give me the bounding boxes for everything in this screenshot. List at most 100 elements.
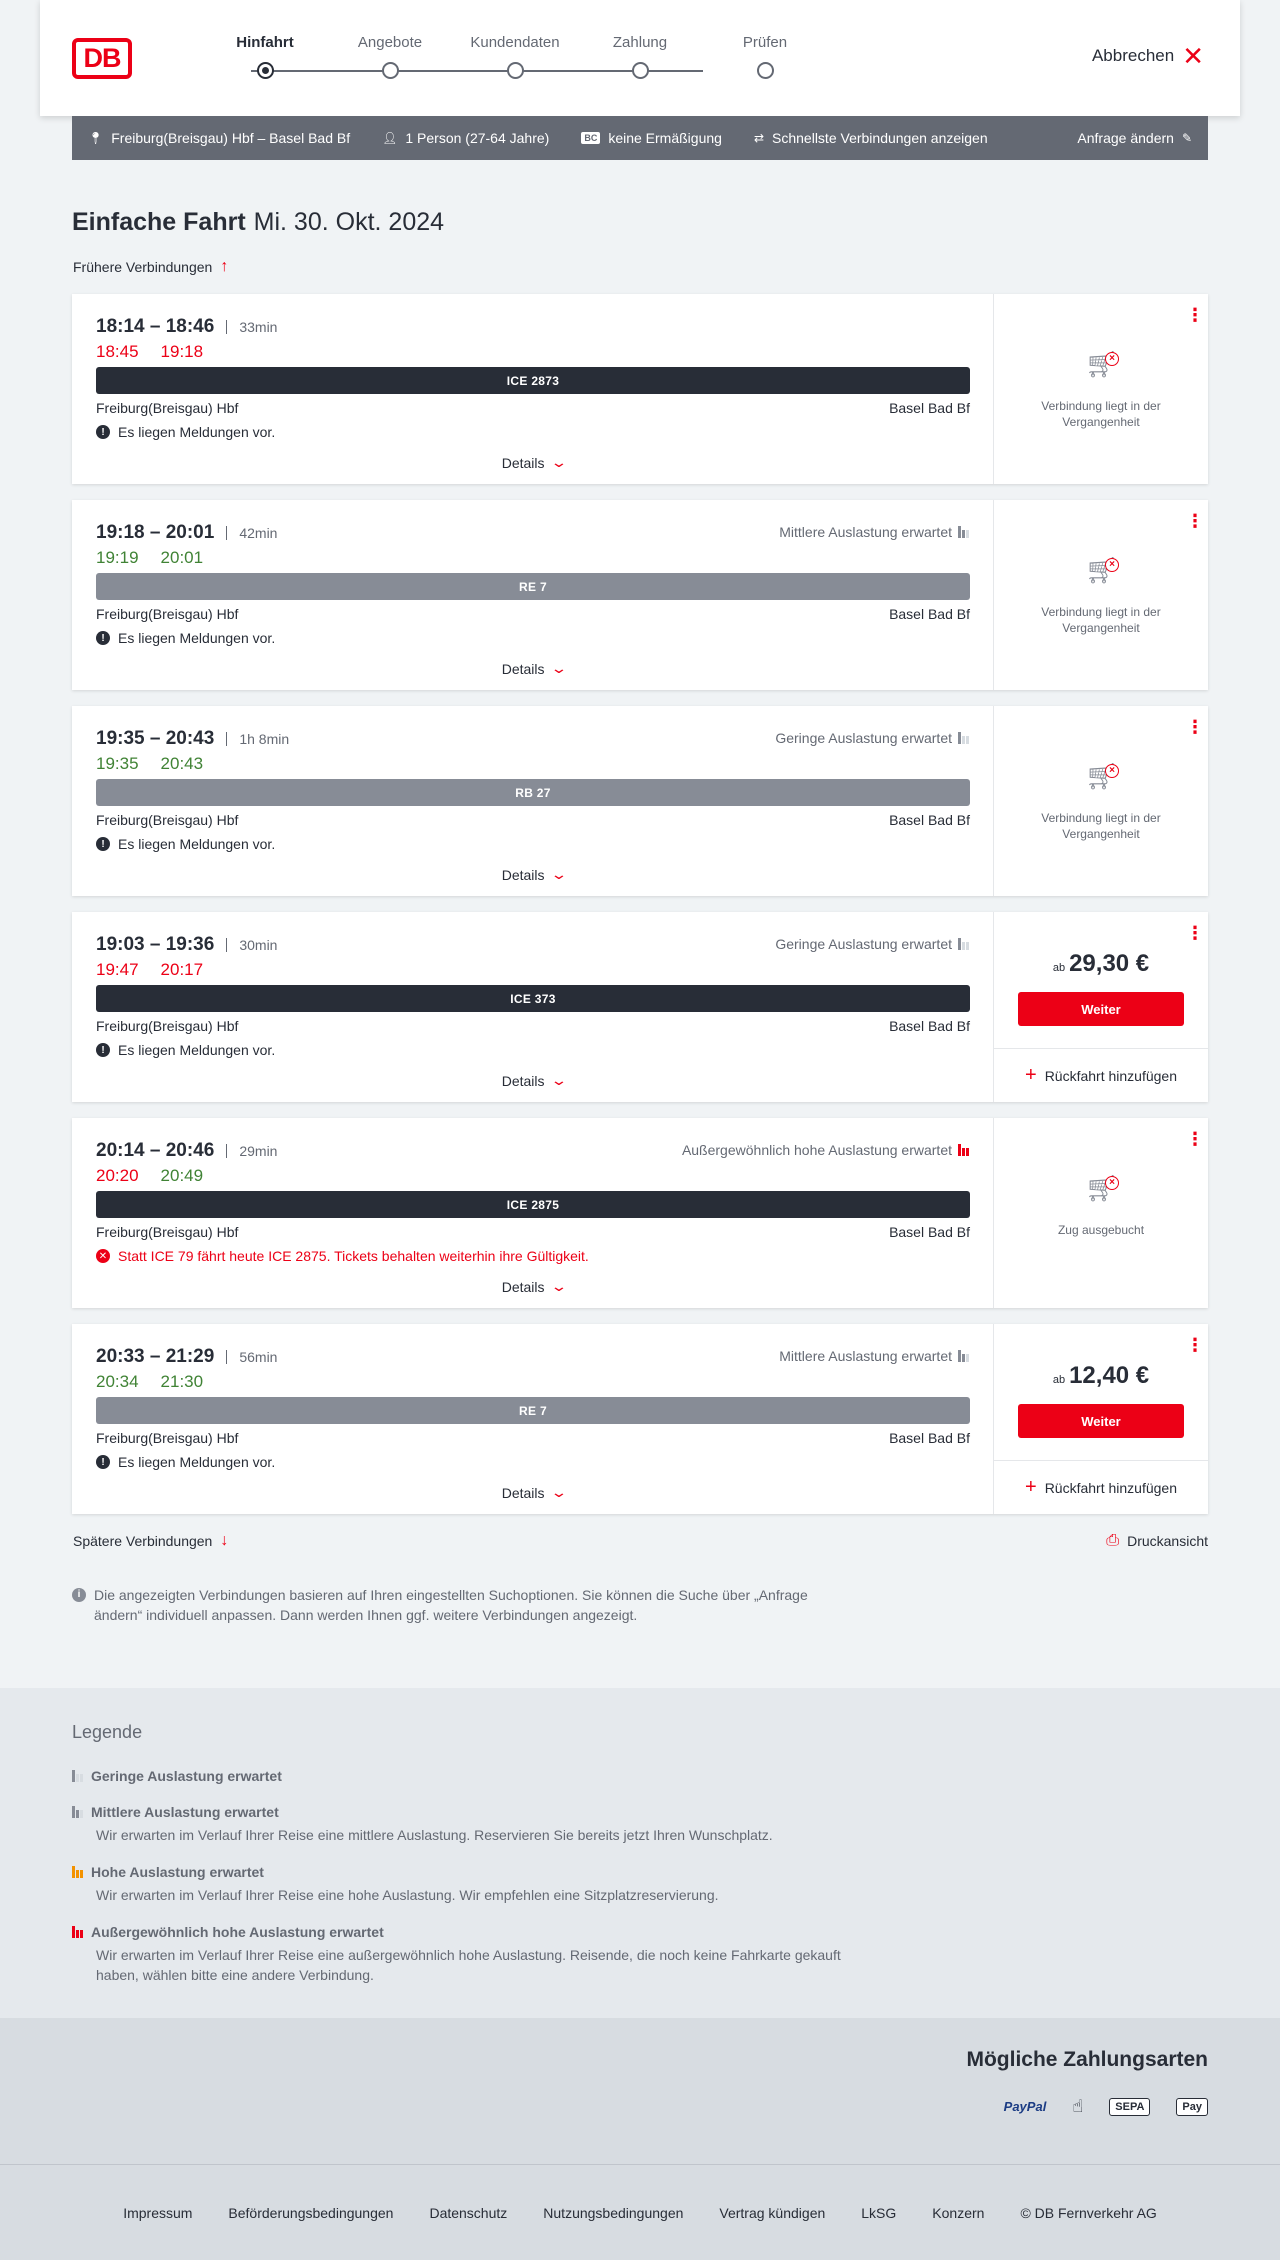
footer-link-konzern[interactable]: Konzern <box>932 2205 984 2221</box>
footer-link-befoerderungsbedingungen[interactable]: Beförderungsbedingungen <box>228 2205 393 2221</box>
scheduled-times: 19:18 – 20:01 42min <box>96 522 277 544</box>
connection-message: ! Es liegen Meldungen vor. <box>96 1454 275 1470</box>
step-hinfahrt[interactable]: Hinfahrt <box>210 34 320 79</box>
change-request-button[interactable]: Anfrage ändern ✎ <box>1077 130 1192 146</box>
realtime-departure: 20:34 <box>96 1372 139 1391</box>
printer-icon: ⎙ <box>1106 1532 1120 1549</box>
cancel-button[interactable]: Abbrechen ✕ <box>1092 43 1204 69</box>
cart-unavailable-icon: 🛒︎ × <box>1085 761 1119 791</box>
details-toggle[interactable]: Details ⌄ <box>72 1484 994 1501</box>
legend-item-title: Hohe Auslastung erwartet <box>91 1864 264 1880</box>
cart-unavailable-icon: 🛒︎ × <box>1085 555 1119 585</box>
earlier-connections-link[interactable]: Frühere Verbindungen ↑ <box>73 258 228 276</box>
realtime-departure: 18:45 <box>96 342 139 361</box>
chevron-down-icon: ⌄ <box>549 1072 568 1088</box>
realtime-departure: 20:20 <box>96 1166 139 1185</box>
sepa-icon: SEPA <box>1109 2097 1151 2116</box>
connection-card: 19:18 – 20:01 42min 19:19 20:01 Mittlere Aus… <box>72 500 1208 690</box>
add-return-trip-button[interactable]: + Rückfahrt hinzufügen <box>994 1460 1208 1514</box>
connection-details: 20:33 – 21:29 56min 20:34 21:30 Mittlere Aus… <box>72 1324 994 1514</box>
price-value: 12,40 € <box>1069 1362 1150 1389</box>
more-options-icon[interactable]: ⋮ <box>1186 1130 1204 1148</box>
later-connections-link[interactable]: Spätere Verbindungen ↓ <box>73 1532 228 1550</box>
realtime-times: 19:19 20:01 <box>96 548 203 568</box>
chevron-down-icon: ⌄ <box>549 1484 568 1500</box>
more-options-icon[interactable]: ⋮ <box>1186 306 1204 324</box>
arrival-station: Basel Bad Bf <box>889 1430 970 1446</box>
print-view-link[interactable]: ⎙ Druckansicht <box>1106 1532 1208 1550</box>
arrival-station: Basel Bad Bf <box>889 812 970 828</box>
occupancy-label: Mittlere Auslastung erwartet <box>779 1348 952 1364</box>
footer-link-impressum[interactable]: Impressum <box>123 2205 192 2221</box>
details-toggle[interactable]: Details ⌄ <box>72 866 994 883</box>
occupancy-indicator: Geringe Auslastung erwartet <box>775 730 969 746</box>
error-icon: ✕ <box>96 1249 110 1263</box>
occupancy-icon <box>958 1144 969 1156</box>
chevron-down-icon: ⌄ <box>549 454 568 470</box>
person-icon: 👤︎ <box>382 131 398 145</box>
trip-date: Mi. 30. Okt. 2024 <box>253 208 445 236</box>
footer-link-datenschutz[interactable]: Datenschutz <box>429 2205 507 2221</box>
train-bar: RB 27 <box>96 779 970 806</box>
stations: Freiburg(Breisgau) Hbf Basel Bad Bf <box>96 400 970 416</box>
train-bar: ICE 2873 <box>96 367 970 394</box>
route-summary: 📍︎ Freiburg(Breisgau) Hbf – Basel Bad Bf <box>88 130 350 146</box>
occupancy-medium-icon <box>72 1806 83 1818</box>
connection-details: 18:14 – 18:46 33min 18:45 19:18 ICE 2873 Frei… <box>72 294 994 484</box>
offer-panel: ⋮ 🛒︎ × Zug ausgebucht <box>994 1118 1208 1308</box>
credit-card-hand-icon: ☝︎ <box>1072 2096 1084 2116</box>
chevron-down-icon: ⌄ <box>549 660 568 676</box>
more-options-icon[interactable]: ⋮ <box>1186 1336 1204 1354</box>
step-label: Zahlung <box>612 34 668 51</box>
arrival-station: Basel Bad Bf <box>889 400 970 416</box>
message-text: Es liegen Meldungen vor. <box>118 836 276 852</box>
step-angebote: Angebote <box>335 34 445 79</box>
details-label: Details <box>501 660 545 677</box>
details-toggle[interactable]: Details ⌄ <box>72 454 994 471</box>
details-toggle[interactable]: Details ⌄ <box>72 1072 994 1089</box>
realtime-times: 19:47 20:17 <box>96 960 203 980</box>
apple-pay-icon: Pay <box>1176 2097 1208 2116</box>
passenger-summary: 👤︎ 1 Person (27-64 Jahre) <box>382 130 549 146</box>
db-logo[interactable]: DB <box>72 38 132 79</box>
occupancy-label: Außergewöhnlich hohe Auslastung erwartet <box>681 1142 952 1158</box>
train-bar: ICE 373 <box>96 985 970 1012</box>
more-options-icon[interactable]: ⋮ <box>1186 924 1204 942</box>
cart-unavailable-icon: 🛒︎ × <box>1085 349 1119 379</box>
connection-message: ! Es liegen Meldungen vor. <box>96 630 275 646</box>
legend-title: Legende <box>72 1722 143 1742</box>
price-value: 29,30 € <box>1069 950 1150 977</box>
footer-link-nutzungsbedingungen[interactable]: Nutzungsbedingungen <box>543 2205 683 2221</box>
add-return-trip-button[interactable]: + Rückfahrt hinzufügen <box>994 1048 1208 1102</box>
unavailable-notice: 🛒︎ × Verbindung liegt in der Vergangenheit <box>994 349 1208 430</box>
unavailable-text: Verbindung liegt in der Vergangenheit <box>1041 605 1161 635</box>
trip-type: Einfache Fahrt <box>72 208 246 236</box>
more-options-icon[interactable]: ⋮ <box>1186 718 1204 736</box>
fastest-connections-toggle[interactable]: ⇄ Schnellste Verbindungen anzeigen <box>754 130 988 146</box>
continue-button[interactable]: Weiter <box>1018 1404 1184 1438</box>
price: ab 12,40 € <box>994 1362 1208 1390</box>
realtime-times: 18:45 19:18 <box>96 342 203 362</box>
legend-item-title: Mittlere Auslastung erwartet <box>91 1804 279 1820</box>
footer-link-lksg[interactable]: LkSG <box>861 2205 896 2221</box>
time-range: 18:14 – 18:46 <box>96 316 215 337</box>
connection-card: 20:14 – 20:46 29min 20:20 20:49 Außergewöhnl… <box>72 1118 1208 1308</box>
occupancy-indicator: Mittlere Auslastung erwartet <box>779 524 969 540</box>
time-range: 19:35 – 20:43 <box>96 728 215 749</box>
details-toggle[interactable]: Details ⌄ <box>72 1278 994 1295</box>
offer-panel: ⋮ ab 29,30 € Weiter + Rückfahrt hinzufügen <box>994 912 1208 1102</box>
continue-button[interactable]: Weiter <box>1018 992 1184 1026</box>
step-label: Kundendaten <box>470 34 560 51</box>
legend-item-desc: Wir erwarten im Verlauf Ihrer Reise eine… <box>96 1887 719 1903</box>
realtime-departure: 19:35 <box>96 754 139 773</box>
scheduled-times: 20:33 – 21:29 56min <box>96 1346 277 1368</box>
more-options-icon[interactable]: ⋮ <box>1186 512 1204 530</box>
footer-link-vertrag-kuendigen[interactable]: Vertrag kündigen <box>719 2205 825 2221</box>
occupancy-label: Geringe Auslastung erwartet <box>775 936 952 952</box>
offer-panel: ⋮ 🛒︎ × Verbindung liegt in der Vergangenhei… <box>994 294 1208 484</box>
add-return-label: Rückfahrt hinzufügen <box>1044 1067 1177 1084</box>
legend-section: Legende Geringe Auslastung erwartet Mitt… <box>0 1688 1280 2018</box>
plus-icon: + <box>1025 1064 1037 1086</box>
details-toggle[interactable]: Details ⌄ <box>72 660 994 677</box>
occupancy-low-icon <box>72 1770 83 1782</box>
